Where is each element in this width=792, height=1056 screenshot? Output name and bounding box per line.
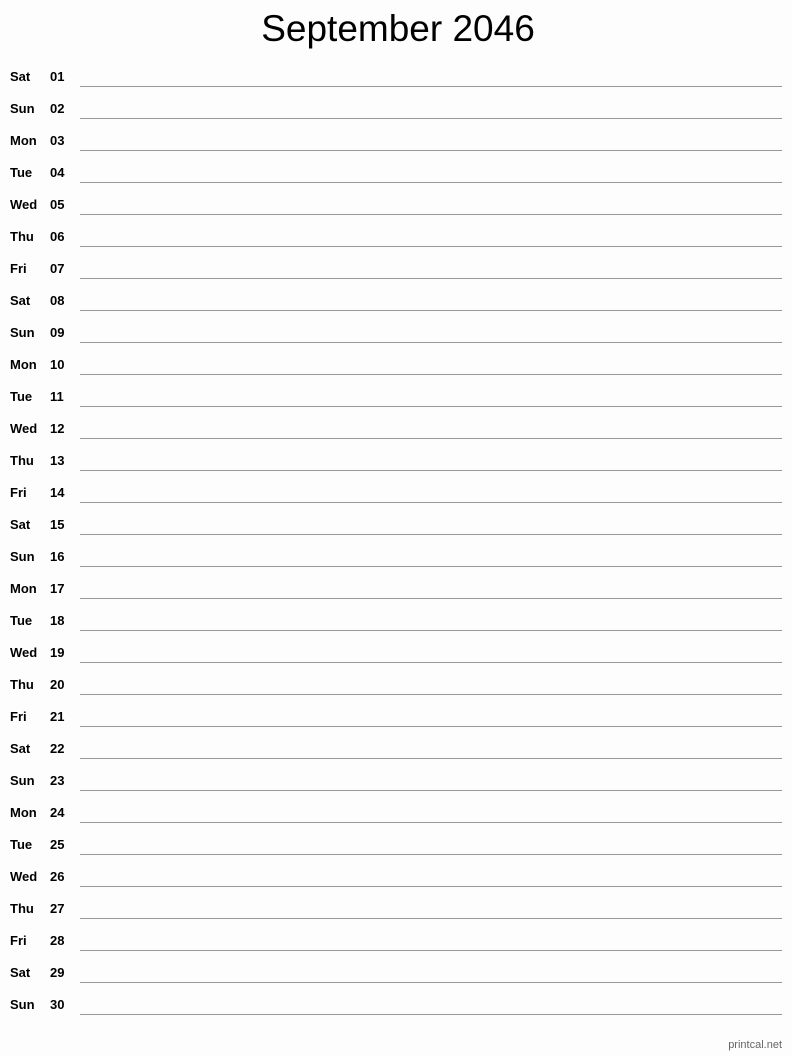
day-row: Wed 05 xyxy=(0,183,792,215)
day-row: Tue 11 xyxy=(0,375,792,407)
day-row: Thu 06 xyxy=(0,215,792,247)
day-row: Wed 26 xyxy=(0,855,792,887)
day-row: Thu 20 xyxy=(0,663,792,695)
day-row: Sat 01 xyxy=(0,55,792,87)
weekday-label: Tue xyxy=(10,165,33,180)
day-row: Wed 19 xyxy=(0,631,792,663)
day-row: Fri 21 xyxy=(0,695,792,727)
weekday-label: Sat xyxy=(10,965,31,980)
day-row: Tue 04 xyxy=(0,151,792,183)
day-number: 16 xyxy=(50,549,65,564)
day-number: 17 xyxy=(50,581,65,596)
day-number: 22 xyxy=(50,741,65,756)
footer-credit: printcal.net xyxy=(728,1039,782,1051)
weekday-label: Wed xyxy=(10,645,38,660)
day-row: Wed 12 xyxy=(0,407,792,439)
day-number: 28 xyxy=(50,933,65,948)
day-row: Fri 14 xyxy=(0,471,792,503)
day-row: Mon 17 xyxy=(0,567,792,599)
day-number: 27 xyxy=(50,901,65,916)
day-number: 04 xyxy=(50,165,65,180)
day-row: Sun 30 xyxy=(0,983,792,1015)
weekday-label: Sun xyxy=(10,997,35,1012)
day-number: 19 xyxy=(50,645,65,660)
weekday-label: Wed xyxy=(10,869,38,884)
weekday-label: Fri xyxy=(10,933,27,948)
day-number: 30 xyxy=(50,997,65,1012)
day-number: 02 xyxy=(50,101,65,116)
day-row: Sun 16 xyxy=(0,535,792,567)
page-title: September 2046 xyxy=(261,8,535,49)
weekday-label: Tue xyxy=(10,837,33,852)
day-number: 08 xyxy=(50,293,65,308)
weekday-label: Fri xyxy=(10,709,27,724)
day-number: 23 xyxy=(50,773,65,788)
weekday-label: Sun xyxy=(10,101,35,116)
weekday-label: Sat xyxy=(10,741,31,756)
day-number: 05 xyxy=(50,197,65,212)
day-row: Thu 13 xyxy=(0,439,792,471)
weekday-label: Sat xyxy=(10,517,31,532)
weekday-label: Mon xyxy=(10,357,37,372)
writing-line[interactable] xyxy=(80,1014,782,1015)
day-row: Thu 27 xyxy=(0,887,792,919)
day-number: 03 xyxy=(50,133,65,148)
day-number: 09 xyxy=(50,325,65,340)
day-number: 10 xyxy=(50,357,65,372)
weekday-label: Thu xyxy=(10,453,34,468)
weekday-label: Mon xyxy=(10,133,37,148)
day-row: Mon 03 xyxy=(0,119,792,151)
weekday-label: Sun xyxy=(10,549,35,564)
day-row: Tue 18 xyxy=(0,599,792,631)
day-number: 11 xyxy=(50,389,64,404)
day-number: 14 xyxy=(50,485,65,500)
weekday-label: Mon xyxy=(10,581,37,596)
weekday-label: Wed xyxy=(10,421,38,436)
day-row: Sat 08 xyxy=(0,279,792,311)
day-number: 13 xyxy=(50,453,65,468)
day-row: Mon 24 xyxy=(0,791,792,823)
day-number: 18 xyxy=(50,613,65,628)
weekday-label: Thu xyxy=(10,229,34,244)
day-row: Fri 28 xyxy=(0,919,792,951)
day-list: Sat 01 Sun 02 Mon 03 Tue 04 Wed 05 Thu 06 Fri 07 Sat 08… xyxy=(0,55,792,1015)
day-row: Sat 15 xyxy=(0,503,792,535)
day-row: Sat 29 xyxy=(0,951,792,983)
weekday-label: Sat xyxy=(10,69,31,84)
day-number: 26 xyxy=(50,869,65,884)
day-row: Fri 07 xyxy=(0,247,792,279)
weekday-label: Sun xyxy=(10,325,35,340)
weekday-label: Fri xyxy=(10,261,27,276)
day-number: 07 xyxy=(50,261,65,276)
weekday-label: Mon xyxy=(10,805,37,820)
day-row: Sun 02 xyxy=(0,87,792,119)
day-row: Sun 09 xyxy=(0,311,792,343)
day-number: 21 xyxy=(50,709,65,724)
weekday-label: Thu xyxy=(10,677,34,692)
weekday-label: Tue xyxy=(10,613,33,628)
weekday-label: Thu xyxy=(10,901,34,916)
day-number: 15 xyxy=(50,517,65,532)
day-row: Sat 22 xyxy=(0,727,792,759)
day-row: Tue 25 xyxy=(0,823,792,855)
day-number: 06 xyxy=(50,229,65,244)
day-number: 12 xyxy=(50,421,65,436)
weekday-label: Sun xyxy=(10,773,35,788)
weekday-label: Wed xyxy=(10,197,38,212)
weekday-label: Sat xyxy=(10,293,31,308)
day-number: 29 xyxy=(50,965,65,980)
day-number: 01 xyxy=(50,69,65,84)
weekday-label: Tue xyxy=(10,389,33,404)
day-number: 25 xyxy=(50,837,65,852)
day-number: 24 xyxy=(50,805,65,820)
day-row: Mon 10 xyxy=(0,343,792,375)
weekday-label: Fri xyxy=(10,485,27,500)
day-row: Sun 23 xyxy=(0,759,792,791)
day-number: 20 xyxy=(50,677,65,692)
